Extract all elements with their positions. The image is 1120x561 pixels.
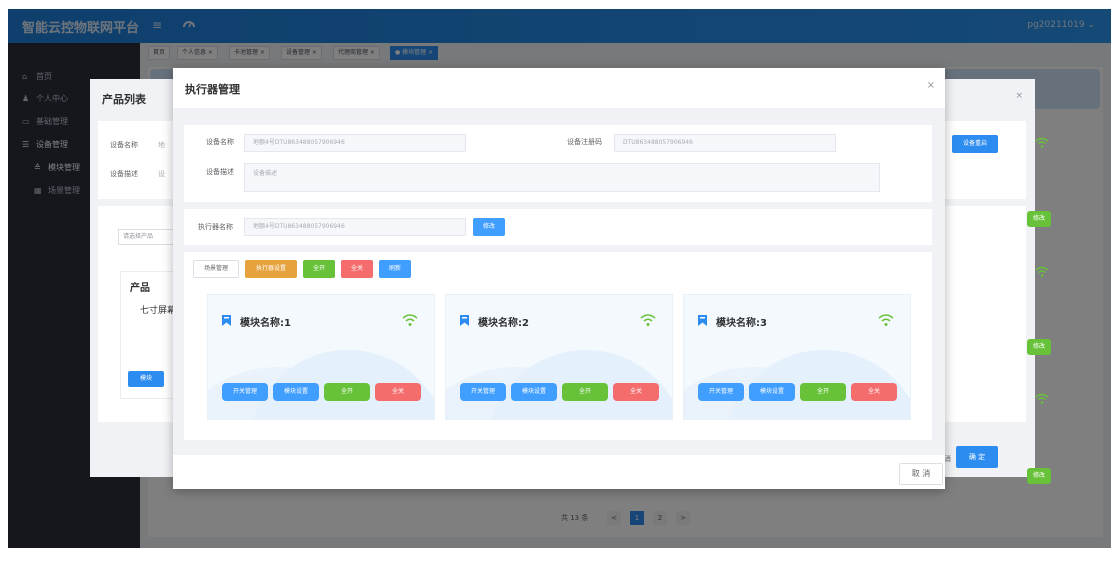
switch-management-button[interactable]: 开关管理 [698, 383, 744, 401]
app-window: 智能云控物联网平台 ≡ pg20211019 ⌄ ⌂首页 ♟个人中心 ▭基础管理… [8, 9, 1111, 548]
dialog-header: 执行器管理 × [173, 68, 945, 108]
executor-name-label: 执行器名称 [198, 223, 233, 231]
module-card: 模块名称:1 开关管理 模块设置 全开 全关 [207, 294, 435, 420]
dialog-title: 产品列表 [102, 93, 146, 106]
reg-code-label: 设备注册码 [567, 138, 602, 146]
wifi-icon [878, 314, 894, 326]
all-on-button[interactable]: 全开 [303, 260, 335, 278]
product-card-title: 产品 [130, 283, 150, 294]
module-settings-button[interactable]: 模块设置 [511, 383, 557, 401]
wifi-icon [1035, 393, 1049, 404]
module-all-on-button[interactable]: 全开 [562, 383, 608, 401]
module-all-on-button[interactable]: 全开 [324, 383, 370, 401]
product-select[interactable]: 请选择产品 [118, 229, 178, 245]
cancel-button[interactable]: 消 [944, 454, 951, 464]
bookmark-icon [460, 315, 469, 326]
executor-name-input[interactable]: 地额4号DTU863488057906946 [244, 218, 466, 236]
device-name-label: 设备名称 [206, 138, 234, 146]
module-title: 模块名称:3 [716, 318, 767, 329]
wifi-icon [1035, 137, 1049, 148]
executor-settings-button[interactable]: 执行器设置 [245, 260, 297, 278]
switch-management-button[interactable]: 开关管理 [460, 383, 506, 401]
module-title: 模块名称:2 [478, 318, 529, 329]
edit-button[interactable]: 修改 [1027, 468, 1051, 484]
wifi-icon [640, 314, 656, 326]
dialog-footer [173, 455, 945, 489]
reg-code-input[interactable]: DTU863488057906946 [614, 134, 836, 152]
device-info-panel: 设备名称 地额4号DTU863488057906946 设备注册码 DTU863… [184, 125, 932, 202]
cancel-button[interactable]: 取 消 [899, 463, 943, 485]
device-desc-field[interactable]: 设 [158, 169, 165, 179]
bookmark-icon [222, 315, 231, 326]
wifi-icon [1035, 266, 1049, 277]
device-desc-label: 设备描述 [206, 168, 234, 176]
scene-management-button[interactable]: 场景管理 [193, 260, 239, 278]
module-settings-button[interactable]: 模块设置 [273, 383, 319, 401]
close-icon[interactable]: × [927, 80, 935, 91]
close-icon[interactable]: × [1015, 91, 1023, 101]
edit-button[interactable]: 修改 [1027, 339, 1051, 355]
executor-name-panel: 执行器名称 地额4号DTU863488057906946 修改 [184, 209, 932, 245]
switch-management-button[interactable]: 开关管理 [222, 383, 268, 401]
product-module-button[interactable]: 模块 [128, 371, 164, 387]
device-desc-textarea[interactable]: 设备描述 [244, 163, 880, 192]
module-all-off-button[interactable]: 全关 [613, 383, 659, 401]
module-all-off-button[interactable]: 全关 [375, 383, 421, 401]
product-card-subtitle: 七寸屏幕 [140, 306, 177, 316]
device-desc-label: 设备描述 [110, 170, 138, 178]
confirm-button[interactable]: 确 定 [956, 446, 998, 468]
device-name-label: 设备名称 [110, 141, 138, 149]
module-all-off-button[interactable]: 全关 [851, 383, 897, 401]
edit-button[interactable]: 修改 [1027, 211, 1051, 227]
dialog-title: 执行器管理 [185, 83, 240, 96]
device-restart-button[interactable]: 设备重启 [952, 135, 998, 153]
bookmark-icon [698, 315, 707, 326]
modify-button[interactable]: 修改 [473, 218, 505, 236]
device-name-input[interactable]: 地额4号DTU863488057906946 [244, 134, 466, 152]
executor-dialog: 执行器管理 × 设备名称 地额4号DTU863488057906946 设备注册… [173, 68, 945, 489]
module-settings-button[interactable]: 模块设置 [749, 383, 795, 401]
all-off-button[interactable]: 全关 [341, 260, 373, 278]
refresh-button[interactable]: 刷新 [379, 260, 411, 278]
module-card: 模块名称:2 开关管理 模块设置 全开 全关 [445, 294, 673, 420]
module-all-on-button[interactable]: 全开 [800, 383, 846, 401]
module-title: 模块名称:1 [240, 318, 291, 329]
device-name-field[interactable]: 地 [158, 140, 165, 150]
wifi-icon [402, 314, 418, 326]
module-card: 模块名称:3 开关管理 模块设置 全开 全关 [683, 294, 911, 420]
